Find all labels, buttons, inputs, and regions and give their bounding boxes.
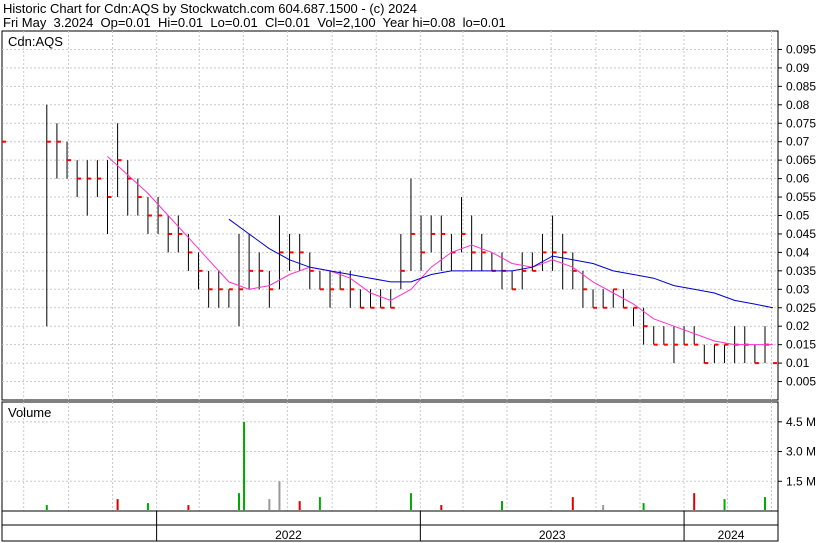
stock-chart: 0.005 0.01 0.015 0.02 0.025 0.03 0.035 0.04 0.04… (1, 30, 816, 542)
year-label: 2023 (539, 528, 566, 542)
price-tick-label: 0.03 (786, 282, 810, 296)
price-tick-label: 0.075 (786, 116, 816, 130)
price-tick-label: 0.085 (786, 79, 816, 93)
price-tick-label: 0.01 (786, 356, 810, 370)
price-tick-label: 0.035 (786, 264, 816, 278)
time-axis-frame (1, 510, 779, 542)
volume-tick-label: 4.5 M (786, 415, 816, 429)
price-tick-label: 0.005 (786, 375, 816, 389)
price-tick-label: 0.06 (786, 172, 810, 186)
volume-tick-label: 3.0 M (786, 445, 816, 459)
price-tick-label: 0.02 (786, 319, 810, 333)
price-panel: 0.005 0.01 0.015 0.02 0.025 0.03 0.035 0.04 0.04… (1, 30, 816, 401)
price-tick-label: 0.095 (786, 42, 816, 56)
year-label: 2024 (718, 528, 745, 542)
volume-panel: Volume 1.5 M 3.0 M 4.5 M (1, 401, 816, 512)
price-tick-label: 0.055 (786, 190, 816, 204)
price-tick-label: 0.015 (786, 338, 816, 352)
time-axis: 2022 2023 2024 (1, 510, 779, 542)
price-tick-label: 0.065 (786, 153, 816, 167)
price-panel-label: Cdn:AQS (8, 34, 63, 49)
year-label: 2022 (275, 528, 302, 542)
volume-tick-label: 1.5 M (786, 474, 816, 488)
price-tick-label: 0.025 (786, 301, 816, 315)
volume-panel-frame (1, 401, 779, 512)
volume-panel-label: Volume (8, 405, 51, 420)
price-tick-label: 0.045 (786, 227, 816, 241)
price-tick-label: 0.09 (786, 61, 810, 75)
price-tick-label: 0.07 (786, 135, 810, 149)
price-tick-label: 0.05 (786, 209, 810, 223)
price-tick-label: 0.04 (786, 245, 810, 259)
price-tick-label: 0.08 (786, 98, 810, 112)
